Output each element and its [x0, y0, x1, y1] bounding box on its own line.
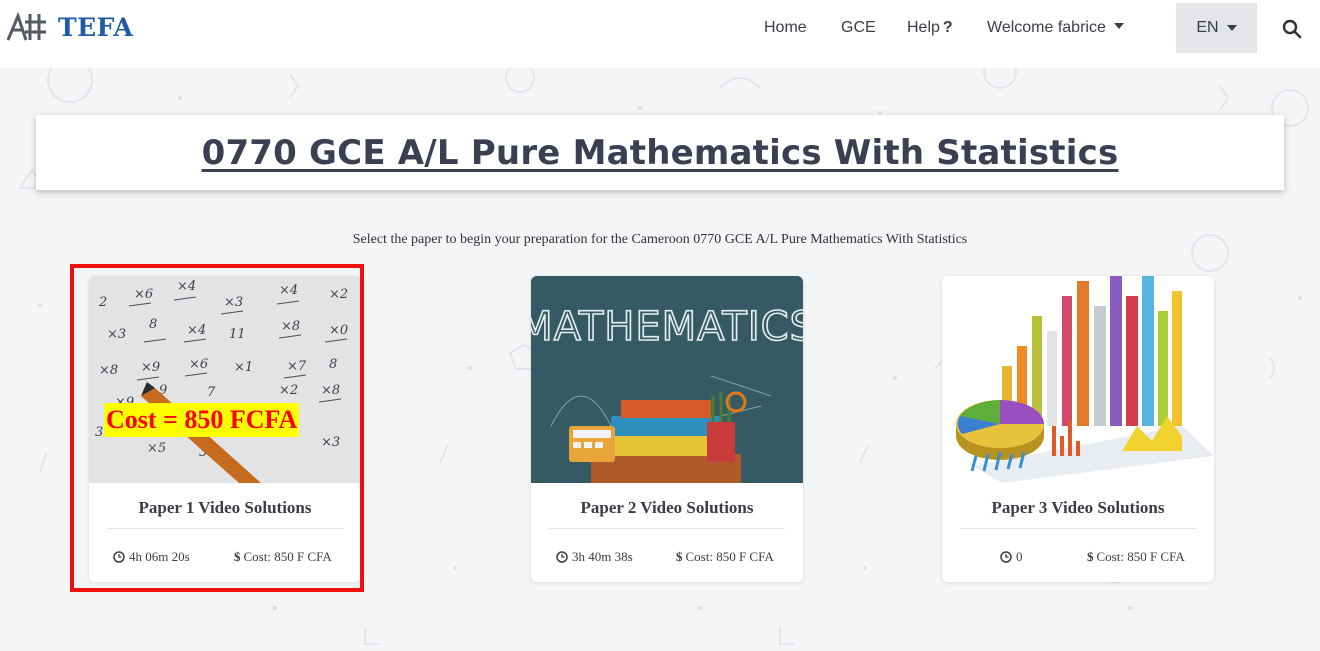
- svg-text:8: 8: [329, 357, 337, 372]
- paper-1-duration: 4h 06m 20s: [113, 549, 190, 565]
- clock-icon: [556, 551, 568, 563]
- svg-text:×6: ×6: [134, 287, 153, 302]
- paper-2-card[interactable]: MATHEMATICS Paper 2 Video Solutions 3h 4…: [531, 276, 803, 582]
- svg-text:×9: ×9: [141, 360, 160, 375]
- language-dropdown[interactable]: EN: [1176, 3, 1257, 53]
- paper-2-duration: 3h 40m 38s: [556, 549, 633, 565]
- nav-help-link[interactable]: Help?: [907, 19, 953, 37]
- svg-text:3: 3: [95, 425, 103, 440]
- nav-gce-link[interactable]: GCE: [841, 19, 876, 37]
- help-question-icon: ?: [942, 19, 953, 36]
- svg-text:×6: ×6: [189, 357, 208, 372]
- page-title-card: 0770 GCE A/L Pure Mathematics With Stati…: [36, 115, 1284, 190]
- svg-text:11: 11: [229, 327, 246, 342]
- clock-icon: [1000, 551, 1012, 563]
- svg-text:×8: ×8: [321, 383, 340, 398]
- cost-annotation-banner: Cost = 850 FCFA: [104, 403, 300, 437]
- svg-text:7: 7: [207, 385, 216, 400]
- svg-text:×1: ×1: [234, 360, 253, 375]
- cost-value: Cost: 850 F CFA: [1096, 549, 1185, 564]
- svg-text:×8: ×8: [281, 319, 300, 334]
- chevron-down-icon: [1226, 25, 1237, 31]
- paper-3-cost: $ Cost: 850 F CFA: [1087, 549, 1185, 565]
- card-divider: [107, 528, 343, 529]
- paper-3-duration: 0: [1000, 549, 1023, 565]
- welcome-label: Welcome fabrice: [987, 19, 1106, 36]
- user-menu-dropdown[interactable]: Welcome fabrice: [987, 19, 1124, 37]
- paper-1-cost: $ Cost: 850 F CFA: [234, 549, 332, 565]
- dollar-icon: $: [234, 549, 241, 564]
- chevron-down-icon: [1113, 23, 1124, 29]
- page-title: 0770 GCE A/L Pure Mathematics With Stati…: [201, 132, 1119, 173]
- search-icon[interactable]: [1281, 18, 1303, 40]
- statistics-charts-image: [942, 276, 1214, 483]
- paper-3-title: Paper 3 Video Solutions: [991, 498, 1165, 517]
- nav-menu: Home GCE Help? Welcome fabrice: [0, 0, 1320, 58]
- svg-text:×5: ×5: [147, 441, 166, 456]
- dollar-icon: $: [676, 549, 683, 564]
- svg-text:×4: ×4: [187, 323, 206, 338]
- svg-text:×3: ×3: [321, 435, 340, 450]
- math-worksheet-image: 2×6×4×3×4×2 ×38×411×8×0 ×8×9×6×1×78 ×997…: [89, 276, 361, 483]
- mathematics-chalkboard-image: MATHEMATICS: [531, 276, 803, 483]
- svg-text:×4: ×4: [279, 283, 298, 298]
- svg-text:×2: ×2: [329, 287, 348, 302]
- svg-text:×3: ×3: [224, 295, 243, 310]
- dollar-icon: $: [1087, 549, 1094, 564]
- svg-text:8: 8: [149, 317, 157, 332]
- card-divider: [960, 528, 1196, 529]
- svg-text:×8: ×8: [99, 363, 118, 378]
- top-navbar: TEFA Home GCE Help? Welcome fabrice EN: [0, 0, 1320, 68]
- svg-text:2: 2: [98, 295, 107, 310]
- chalkboard-heading: MATHEMATICS: [531, 304, 803, 350]
- language-label: EN: [1196, 19, 1219, 36]
- svg-text:×3: ×3: [107, 327, 126, 342]
- svg-text:×0: ×0: [329, 323, 348, 338]
- svg-text:×4: ×4: [177, 279, 196, 294]
- paper-3-card[interactable]: Paper 3 Video Solutions 0 $ Cost: 850 F …: [942, 276, 1214, 582]
- paper-2-title: Paper 2 Video Solutions: [580, 498, 754, 517]
- duration-value: 3h 40m 38s: [572, 549, 633, 564]
- duration-value: 0: [1016, 549, 1023, 564]
- paper-1-title: Paper 1 Video Solutions: [138, 498, 312, 517]
- nav-home-link[interactable]: Home: [764, 19, 807, 37]
- page-subtitle: Select the paper to begin your preparati…: [352, 232, 968, 247]
- nav-help-label: Help: [907, 19, 940, 36]
- svg-text:×7: ×7: [287, 359, 307, 374]
- cost-value: Cost: 850 F CFA: [243, 549, 332, 564]
- cost-value: Cost: 850 F CFA: [685, 549, 774, 564]
- paper-2-cost: $ Cost: 850 F CFA: [676, 549, 774, 565]
- clock-icon: [113, 551, 125, 563]
- card-divider: [549, 528, 785, 529]
- duration-value: 4h 06m 20s: [129, 549, 190, 564]
- svg-text:×2: ×2: [279, 383, 298, 398]
